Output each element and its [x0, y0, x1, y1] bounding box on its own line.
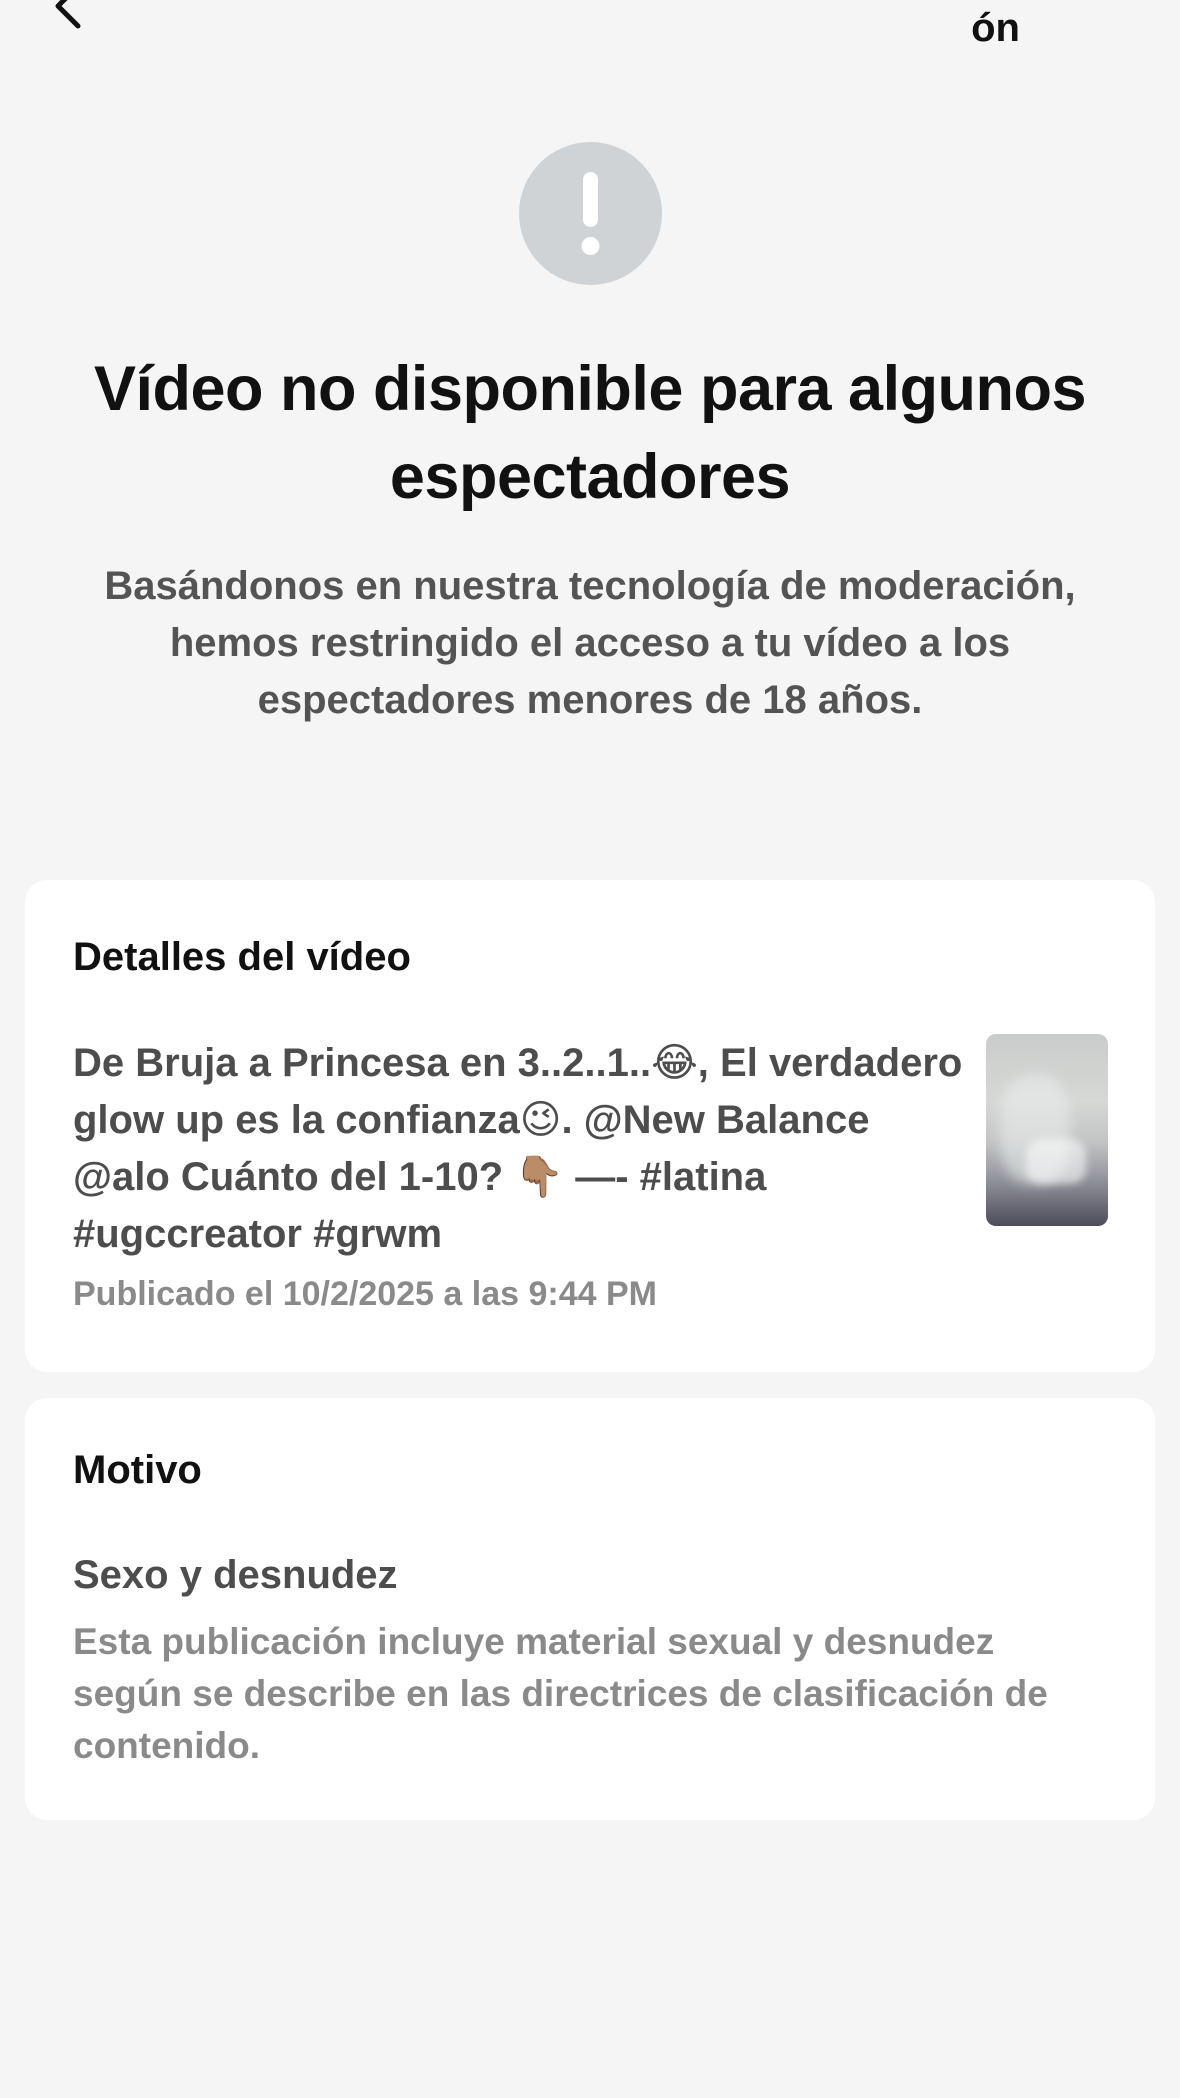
page-headline: Vídeo no disponible para algunos especta…: [93, 354, 1087, 512]
video-thumbnail[interactable]: [986, 1034, 1108, 1226]
video-caption: De Bruja a Princesa en 3..2..1..😂, El ve…: [73, 1041, 963, 1256]
alert-badge: [519, 142, 662, 285]
video-details-card: Detalles del vídeo De Bruja a Princesa e…: [25, 880, 1155, 1372]
reason-description: Esta publicación incluye material sexual…: [73, 1621, 1048, 1766]
published-date: Publicado el 10/2/2025 a las 9:44 PM: [73, 1275, 657, 1313]
reason-card: Motivo Sexo y desnudez Esta publicación …: [25, 1398, 1155, 1820]
chevron-left-icon: [55, 0, 81, 29]
exclamation-icon: [581, 172, 600, 255]
header-title-fragment: ón: [971, 6, 1020, 50]
back-button[interactable]: [40, 0, 90, 32]
reason-category: Sexo y desnudez: [73, 1553, 398, 1597]
reason-title: Motivo: [73, 1448, 202, 1492]
top-bar: ón: [0, 0, 1180, 60]
video-details-title: Detalles del vídeo: [73, 935, 411, 979]
restriction-explanation: Basándonos en nuestra tecnología de mode…: [104, 564, 1076, 722]
